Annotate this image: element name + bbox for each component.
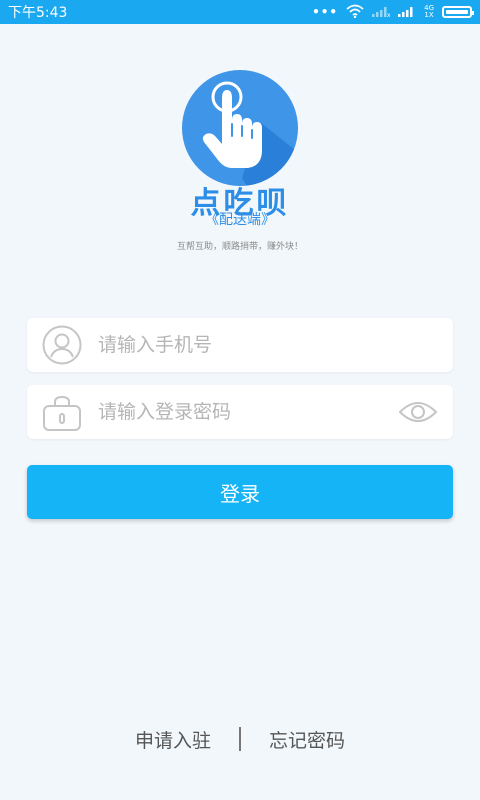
phone-field-container[interactable] (27, 318, 453, 372)
brand-slogan: 互帮互助，顺路捎带，赚外块！ (176, 242, 303, 252)
more-dots: ••• (312, 5, 339, 19)
link-divider (239, 727, 241, 751)
eye-icon[interactable] (399, 396, 437, 428)
forgot-password-link[interactable]: 忘记密码 (269, 726, 345, 753)
hand-pointer-icon (182, 70, 298, 186)
status-bar: 下午5:43 ••• x 4G 1X (0, 0, 480, 24)
app-logo (182, 70, 298, 186)
bottom-links: 申请入驻 忘记密码 (0, 723, 480, 755)
user-icon (42, 325, 82, 365)
wifi-icon (346, 4, 364, 21)
password-input[interactable] (96, 400, 380, 424)
status-right: ••• x 4G 1X (312, 4, 474, 21)
lock-icon (42, 392, 82, 432)
battery-icon (442, 6, 474, 18)
brand-subtitle: 《配送端》 (205, 212, 275, 228)
signal-4g-icon (398, 5, 416, 20)
network-type: 4G 1X (424, 5, 434, 19)
phone-input[interactable] (96, 333, 380, 357)
svg-text:x: x (387, 12, 390, 17)
status-time: 下午5:43 (8, 5, 68, 21)
password-field-container[interactable] (27, 385, 453, 439)
signal-icon: x (372, 5, 391, 20)
apply-link[interactable]: 申请入驻 (135, 726, 211, 753)
login-button[interactable]: 登录 (27, 465, 453, 519)
status-left: 下午5:43 (8, 2, 67, 22)
network-tag-bottom: 1X (424, 11, 434, 19)
